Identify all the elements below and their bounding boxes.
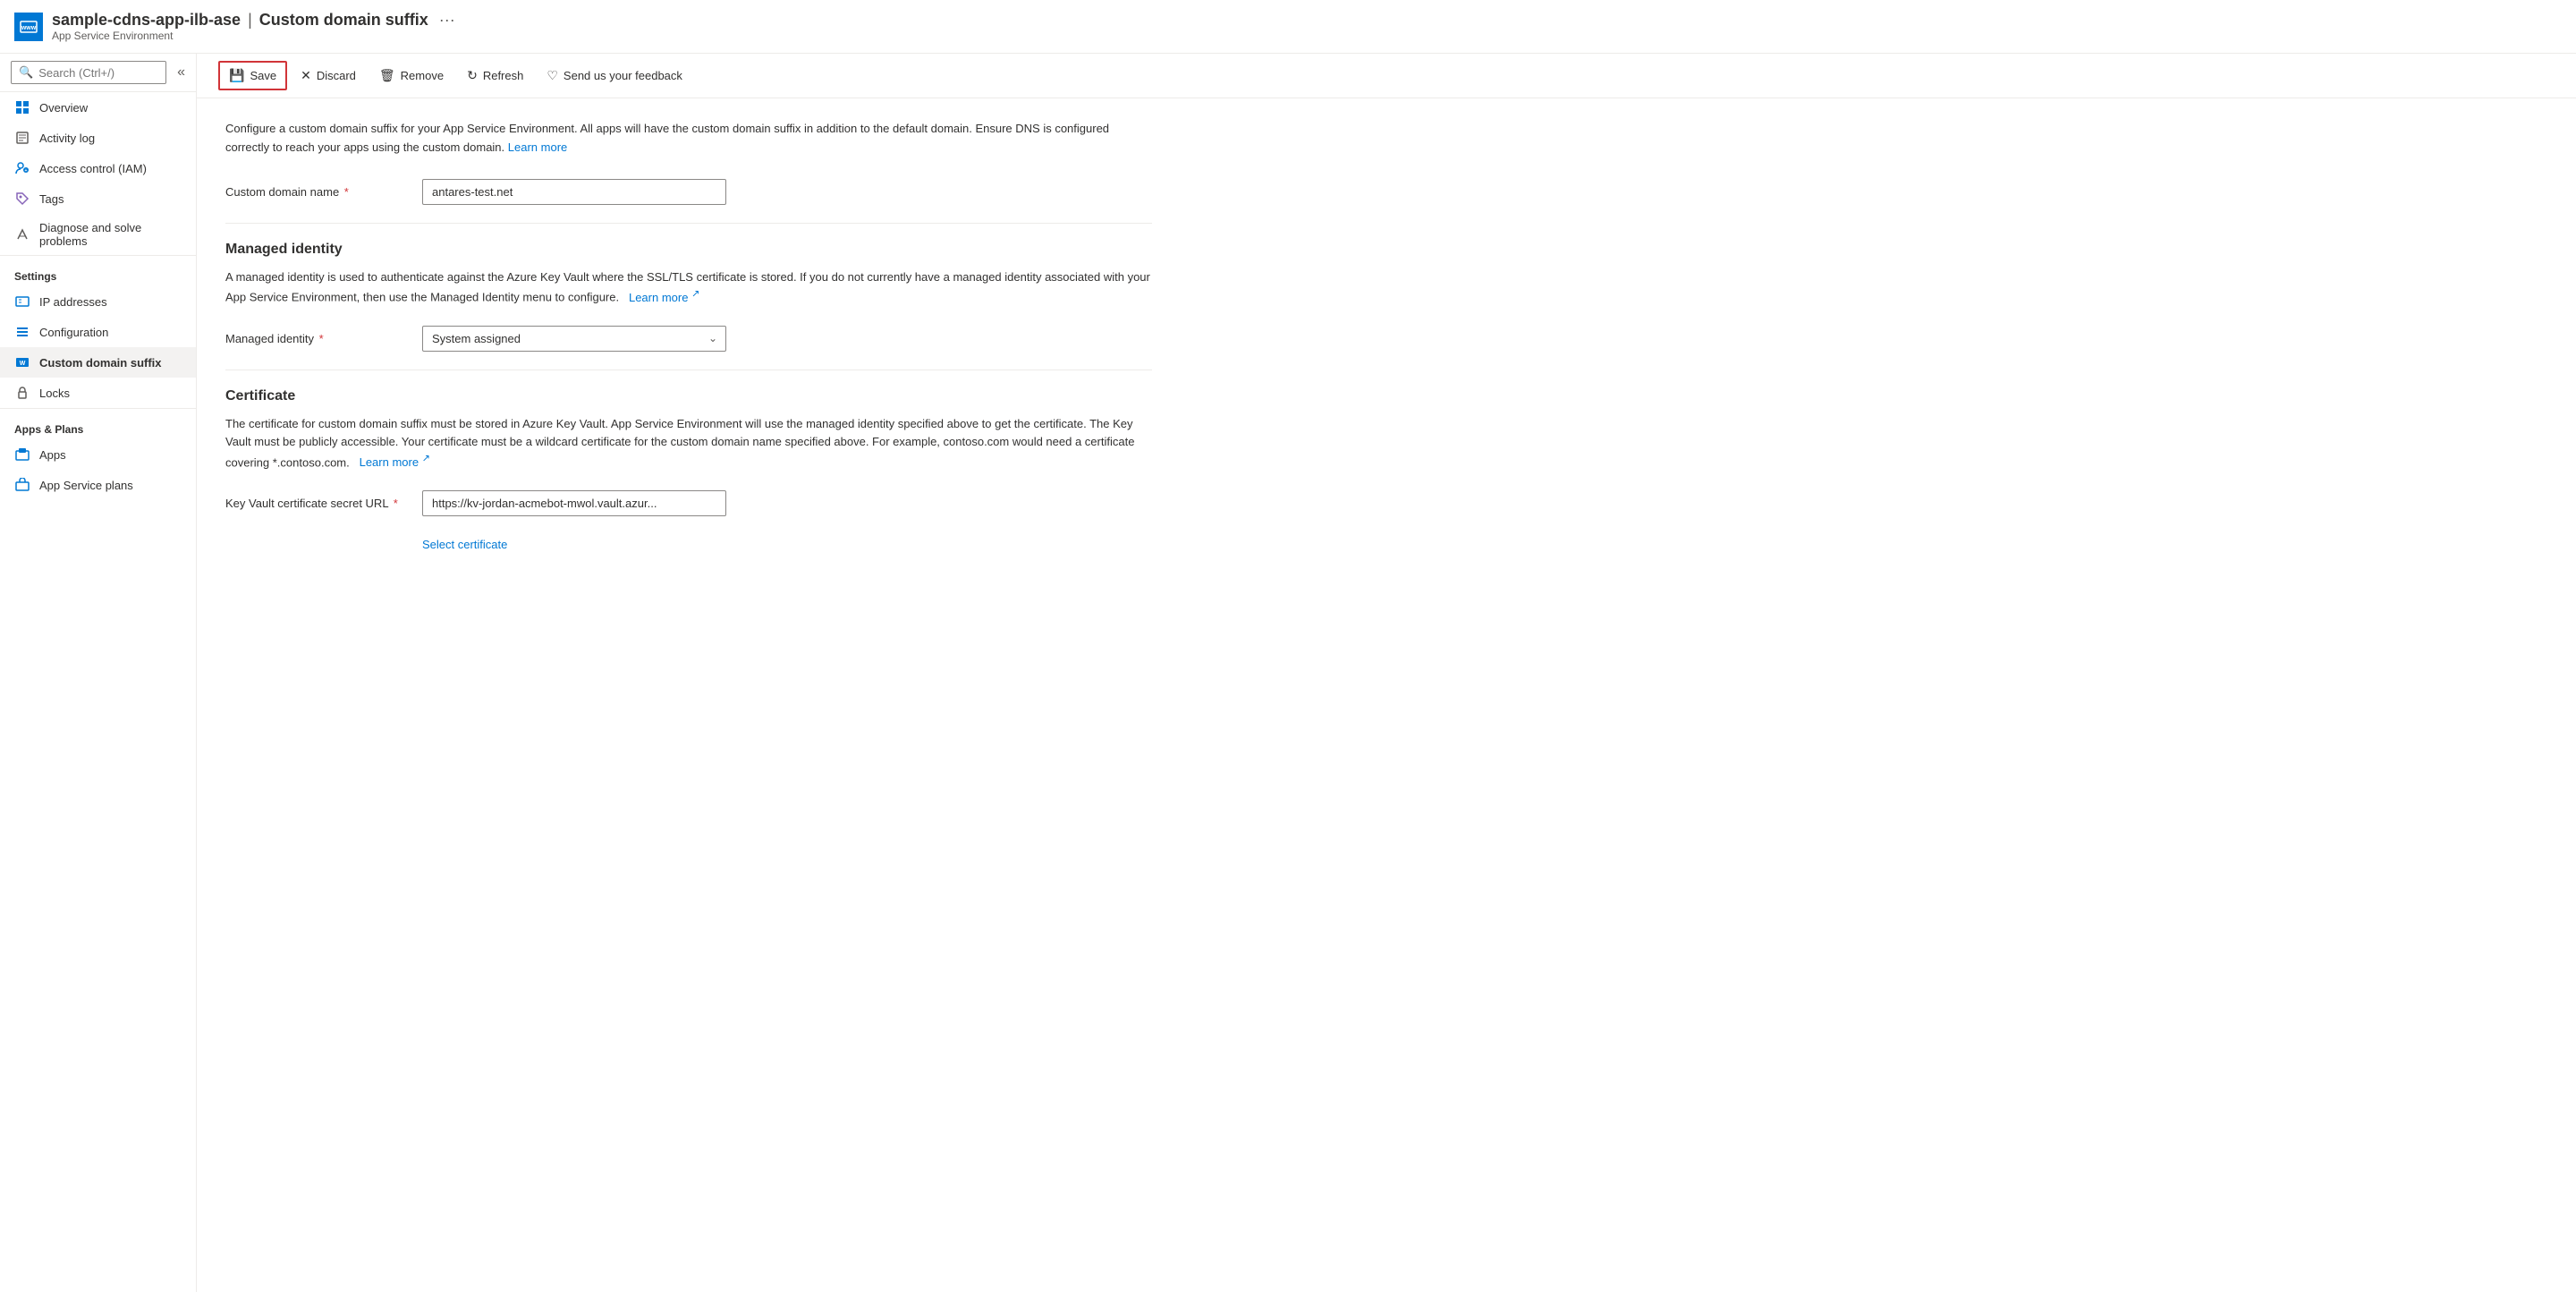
diagnose-icon [14,226,30,242]
sidebar-item-activity-log[interactable]: Activity log [0,123,196,153]
sidebar-item-custom-domain[interactable]: W Custom domain suffix [0,347,196,378]
tags-icon [14,191,30,207]
sidebar-item-apps[interactable]: Apps [0,439,196,470]
save-icon: 💾 [229,68,244,83]
page-body: Configure a custom domain suffix for you… [197,98,1181,573]
app-service-plans-label: App Service plans [39,479,133,492]
certificate-title: Certificate [225,388,1152,404]
iam-icon: + [14,160,30,176]
search-wrapper: 🔍 [11,61,166,84]
key-vault-url-input[interactable] [422,490,726,516]
ip-icon [14,293,30,310]
header-separator: | [248,11,252,30]
domain-name-input[interactable] [422,179,726,205]
domain-name-form-row: Custom domain name * [225,179,1152,205]
save-button[interactable]: 💾 Save [218,61,287,90]
ellipsis-menu[interactable]: ··· [439,11,455,30]
divider-1 [225,223,1152,224]
apps-label: Apps [39,448,66,462]
overview-label: Overview [39,101,88,115]
diagnose-label: Diagnose and solve problems [39,221,182,248]
managed-identity-label: Managed identity * [225,332,422,345]
sidebar-item-diagnose[interactable]: Diagnose and solve problems [0,214,196,255]
sidebar-item-overview[interactable]: Overview [0,92,196,123]
feedback-button[interactable]: ♡ Send us your feedback [537,62,692,89]
discard-icon: ✕ [301,68,311,83]
sidebar: 🔍 « Overview Activity log + Access contr… [0,54,197,1292]
resource-name: sample-cdns-app-ilb-ase [52,11,241,30]
refresh-icon: ↻ [467,68,478,83]
main-layout: 🔍 « Overview Activity log + Access contr… [0,54,2576,1292]
settings-section-header: Settings [0,255,196,286]
managed-identity-form-row: Managed identity * System assigned User … [225,326,1152,352]
page-title: Custom domain suffix [259,11,428,30]
sidebar-item-app-service-plans[interactable]: App Service plans [0,470,196,500]
key-vault-url-label: Key Vault certificate secret URL * [225,497,422,510]
discard-button[interactable]: ✕ Discard [291,62,366,89]
main-content: 💾 Save ✕ Discard 🗑 Remove ↻ Refresh ♡ Se… [197,54,2576,1292]
config-icon [14,324,30,340]
search-input[interactable] [38,66,158,80]
activity-log-label: Activity log [39,132,95,145]
tags-label: Tags [39,192,64,206]
app-service-plans-icon [14,477,30,493]
refresh-button[interactable]: ↻ Refresh [457,62,533,89]
description-text: Configure a custom domain suffix for you… [225,120,1152,157]
sidebar-item-locks[interactable]: Locks [0,378,196,408]
overview-icon [14,99,30,115]
managed-identity-section: Managed identity A managed identity is u… [225,242,1152,352]
locks-icon [14,385,30,401]
page-header: www sample-cdns-app-ilb-ase | Custom dom… [0,0,2576,54]
key-vault-url-form-row: Key Vault certificate secret URL * [225,490,1152,516]
header-title-group: sample-cdns-app-ilb-ase | Custom domain … [52,11,455,42]
domain-name-required: * [344,185,349,199]
certificate-desc: The certificate for custom domain suffix… [225,415,1152,473]
resource-icon: www [14,13,43,41]
managed-identity-title: Managed identity [225,242,1152,258]
domain-name-label: Custom domain name * [225,185,422,199]
svg-text:W: W [20,361,26,367]
apps-icon [14,446,30,463]
managed-identity-select[interactable]: System assigned User assigned [422,326,726,352]
sidebar-item-configuration[interactable]: Configuration [0,317,196,347]
feedback-icon: ♡ [547,68,558,83]
resource-subtitle: App Service Environment [52,30,455,42]
sidebar-item-tags[interactable]: Tags [0,183,196,214]
sidebar-item-iam[interactable]: + Access control (IAM) [0,153,196,183]
custom-domain-icon: W [14,354,30,370]
managed-identity-select-wrapper: System assigned User assigned ⌄ [422,326,726,352]
apps-plans-section-header: Apps & Plans [0,408,196,439]
custom-domain-label: Custom domain suffix [39,356,162,370]
certificate-section: Certificate The certificate for custom d… [225,388,1152,552]
iam-label: Access control (IAM) [39,162,147,175]
sidebar-item-ip-addresses[interactable]: IP addresses [0,286,196,317]
svg-text:+: + [25,168,28,174]
key-vault-url-required: * [394,497,398,510]
description-learn-more-link[interactable]: Learn more [508,140,567,154]
managed-identity-desc: A managed identity is used to authentica… [225,268,1152,308]
managed-identity-learn-more-link[interactable]: Learn more ↗ [625,291,699,304]
toolbar: 💾 Save ✕ Discard 🗑 Remove ↻ Refresh ♡ Se… [197,54,2576,98]
svg-text:www: www [21,25,37,31]
locks-label: Locks [39,387,70,400]
activity-log-icon [14,130,30,146]
managed-identity-required: * [319,332,324,345]
collapse-sidebar-button[interactable]: « [174,61,189,84]
select-certificate-link[interactable]: Select certificate [422,538,507,551]
remove-button[interactable]: 🗑 Remove [369,62,453,89]
remove-icon: 🗑 [379,68,395,83]
certificate-learn-more-link[interactable]: Learn more ↗ [356,455,430,469]
select-cert-wrapper: Select certificate [422,534,1152,551]
configuration-label: Configuration [39,326,108,339]
search-icon: 🔍 [19,65,33,80]
ip-addresses-label: IP addresses [39,295,107,309]
